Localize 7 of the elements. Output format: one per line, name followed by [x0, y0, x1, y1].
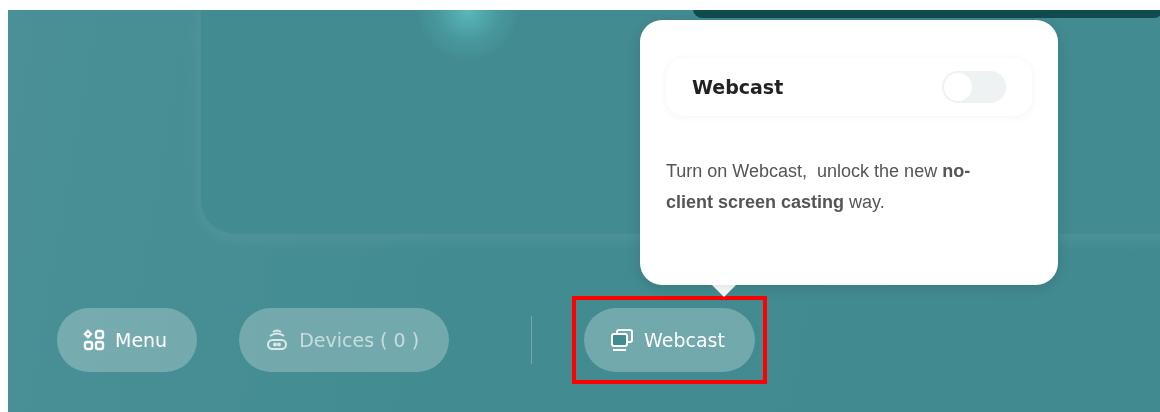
popover-description: Turn on Webcast, unlock the new no-client screen casting way. — [666, 160, 972, 214]
toggle-title: Webcast — [692, 76, 784, 98]
webcast-button[interactable]: Webcast — [584, 308, 755, 372]
device-icon — [265, 328, 290, 352]
grid-icon — [83, 329, 105, 351]
menu-button[interactable]: Menu — [57, 308, 198, 372]
screens-icon — [610, 328, 635, 352]
